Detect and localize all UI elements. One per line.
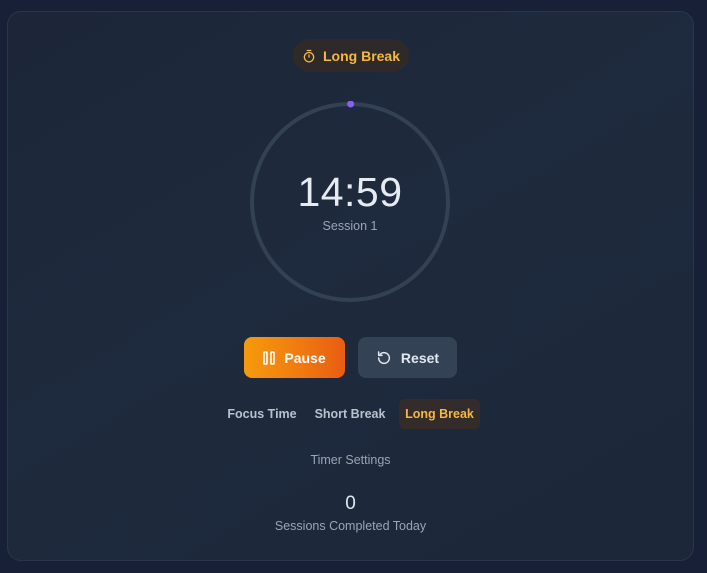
pause-button[interactable]: Pause	[244, 337, 345, 378]
progress-ring: 14:59 Session 1	[249, 101, 451, 303]
progress-indicator	[347, 101, 355, 108]
current-mode-badge: Long Break	[293, 39, 409, 72]
reset-button-label: Reset	[400, 349, 440, 366]
timer-display: 14:59	[297, 169, 403, 215]
pomodoro-app: Long Break 14:59 Session 1 Pause Reset F…	[0, 0, 707, 573]
sessions-completed-count: 0	[345, 493, 356, 514]
timer-settings-link[interactable]: Timer Settings	[0, 453, 701, 467]
sessions-completed-label: Sessions Completed Today	[274, 519, 427, 533]
session-label: Session 1	[322, 219, 378, 233]
pause-button-label: Pause	[284, 349, 326, 366]
stopwatch-icon	[302, 49, 316, 63]
mode-badge-label: Long Break	[322, 47, 400, 64]
reset-icon	[376, 350, 392, 366]
reset-button[interactable]: Reset	[358, 337, 457, 378]
tab-short-break[interactable]: Short Break	[311, 399, 389, 429]
tab-long-break[interactable]: Long Break	[399, 399, 480, 429]
pause-icon	[263, 350, 276, 365]
tab-focus-time[interactable]: Focus Time	[223, 399, 301, 429]
